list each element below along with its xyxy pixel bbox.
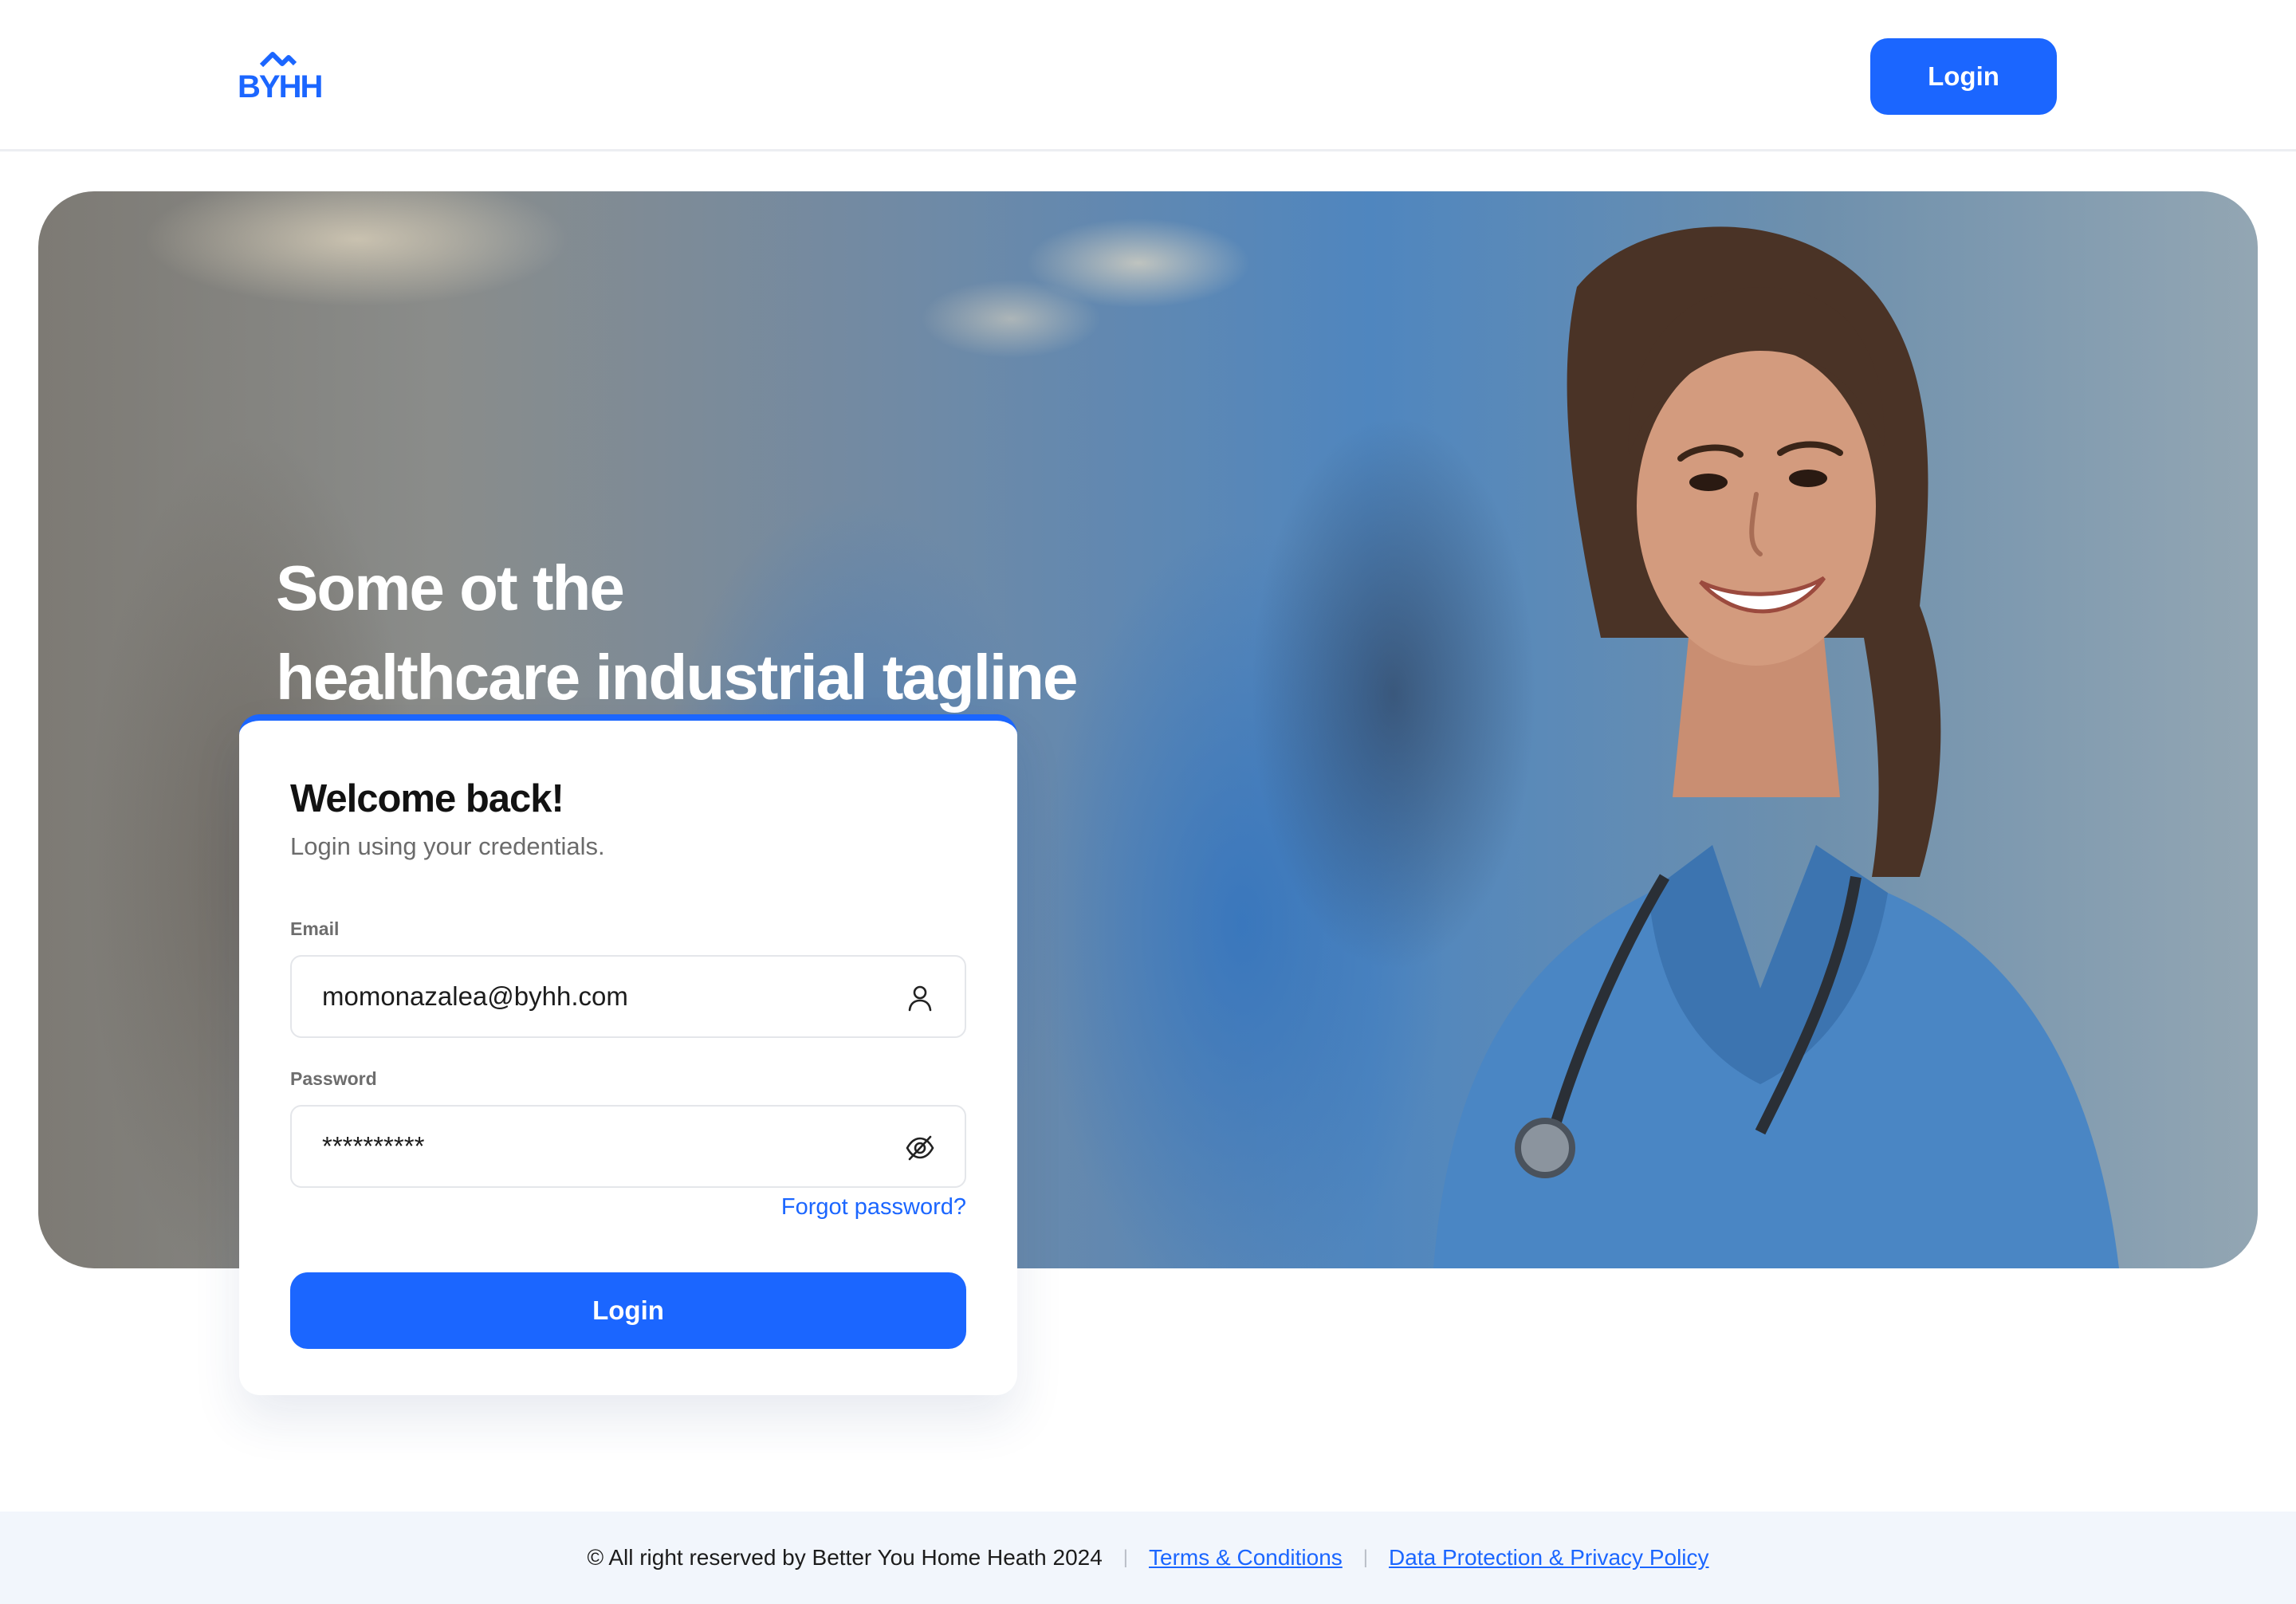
password-label: Password	[290, 1068, 377, 1089]
tagline-line-1: Some ot the	[276, 552, 625, 623]
forgot-password-link[interactable]: Forgot password?	[718, 1194, 966, 1221]
nurse-photo	[1433, 226, 2119, 1268]
email-field-wrapper	[290, 955, 966, 1038]
footer-separator: |	[1122, 1547, 1129, 1568]
email-label: Email	[290, 918, 340, 939]
login-button[interactable]: Login	[290, 1272, 966, 1349]
email-field[interactable]	[322, 957, 880, 1036]
copyright-text: © All right reserved by Better You Home …	[587, 1545, 1103, 1570]
svg-text:BYHH: BYHH	[238, 69, 321, 100]
password-field[interactable]	[322, 1107, 880, 1186]
footer-separator: |	[1362, 1547, 1369, 1568]
byhh-logo[interactable]: BYHH	[238, 51, 327, 100]
terms-link[interactable]: Terms & Conditions	[1149, 1545, 1343, 1571]
header-login-button[interactable]: Login	[1870, 38, 2057, 115]
eye-off-icon[interactable]	[904, 1132, 936, 1164]
top-nav: BYHH Login	[0, 0, 2296, 151]
tagline-line-2: healthcare industrial tagline	[276, 642, 1079, 713]
privacy-policy-link[interactable]: Data Protection & Privacy Policy	[1389, 1545, 1709, 1571]
card-subtitle: Login using your credentials.	[290, 832, 605, 860]
user-icon	[908, 985, 932, 1012]
card-title: Welcome back!	[290, 777, 564, 820]
login-card: Welcome back! Login using your credentia…	[239, 714, 1017, 1395]
password-field-wrapper	[290, 1105, 966, 1188]
footer: © All right reserved by Better You Home …	[0, 1512, 2296, 1604]
